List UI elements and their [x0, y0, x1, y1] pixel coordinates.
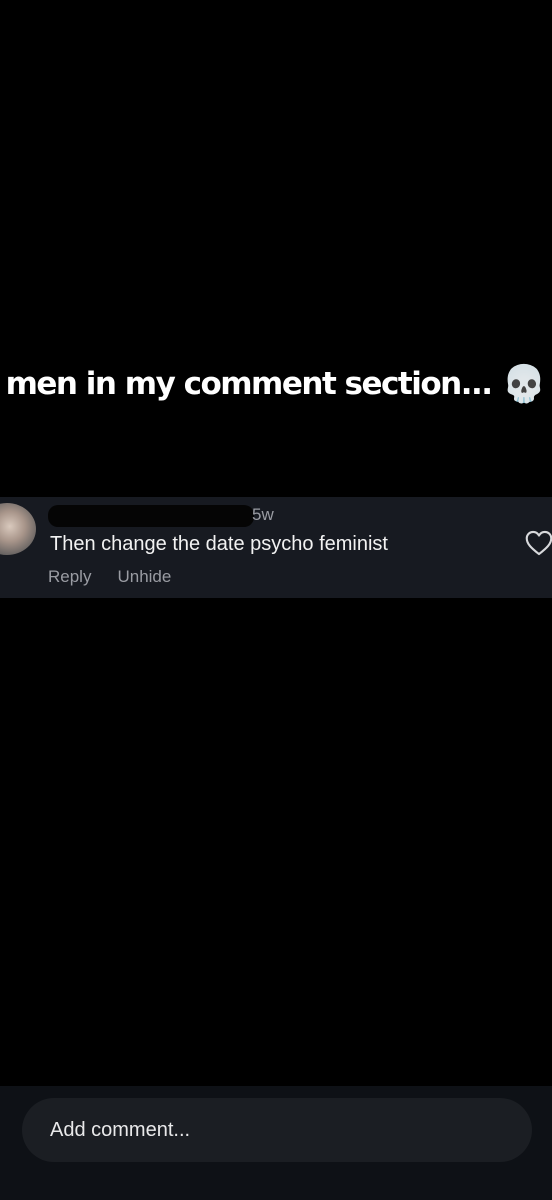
add-comment-placeholder: Add comment...	[50, 1118, 191, 1141]
heart-icon[interactable]	[525, 530, 552, 556]
caption-text: men in my comment section...	[5, 366, 493, 402]
comment-text: Then change the date psycho feminist	[50, 533, 388, 555]
comment-composer-bar: Add comment...	[0, 1086, 552, 1200]
comment-timestamp: 5w	[252, 505, 274, 524]
comment-item: 5w Then change the date psycho feminist …	[0, 497, 552, 598]
avatar[interactable]	[0, 503, 36, 555]
video-caption: men in my comment section... 💀	[0, 362, 552, 406]
username-redaction	[48, 505, 254, 527]
skull-emoji-icon: 💀	[501, 363, 547, 404]
unhide-button[interactable]: Unhide	[117, 567, 171, 587]
reply-button[interactable]: Reply	[48, 567, 91, 587]
add-comment-input[interactable]: Add comment...	[22, 1098, 532, 1162]
comment-actions: Reply Unhide	[48, 567, 171, 587]
